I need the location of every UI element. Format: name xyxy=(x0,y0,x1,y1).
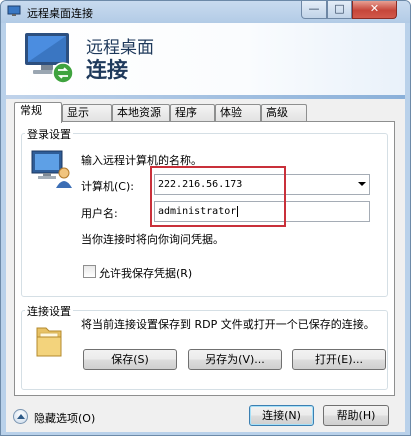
general-tab-panel: 登录设置 输入远程计算机的名称。 计算机(C): 222.216.56.173 … xyxy=(14,121,395,396)
close-button[interactable]: ✕ xyxy=(352,1,397,19)
open-button[interactable]: 打开(E)... xyxy=(292,349,386,370)
tab-programs[interactable]: 程序 xyxy=(170,104,215,122)
computer-value: 222.216.56.173 xyxy=(158,179,243,190)
minimize-button[interactable]: — xyxy=(301,1,327,19)
banner: 远程桌面 连接 xyxy=(6,23,405,95)
computer-combobox[interactable]: 222.216.56.173 xyxy=(154,174,370,195)
window-title: 远程桌面连接 xyxy=(27,7,93,20)
tab-local-resources[interactable]: 本地资源 xyxy=(112,104,170,122)
monitor-icon xyxy=(25,33,74,84)
remote-desktop-icon xyxy=(7,5,21,16)
hide-options-toggle-icon[interactable] xyxy=(13,409,28,424)
computer-label: 计算机(C): xyxy=(81,180,134,193)
folder-icon xyxy=(36,327,62,357)
connection-description: 将当前连接设置保存到 RDP 文件或打开一个已保存的连接。 xyxy=(81,318,375,331)
banner-title-line2: 连接 xyxy=(86,58,128,82)
tab-display[interactable]: 显示 xyxy=(62,104,112,122)
username-value: administrator xyxy=(158,206,237,217)
hide-options-label[interactable]: 隐藏选项(O) xyxy=(34,410,95,426)
save-button[interactable]: 保存(S) xyxy=(83,349,177,370)
save-credentials-checkbox[interactable] xyxy=(83,265,96,278)
username-input[interactable]: administrator xyxy=(154,201,370,222)
chevron-down-icon[interactable] xyxy=(358,182,366,186)
connection-settings-label: 连接设置 xyxy=(25,303,73,319)
dialog-body: 常规 显示 本地资源 程序 体验 高级 登录设置 输入远程计算机的名称。 计算机… xyxy=(6,99,405,432)
tab-advanced[interactable]: 高级 xyxy=(261,104,307,122)
username-label: 用户名: xyxy=(81,207,118,220)
credentials-hint: 当你连接时将向你询问凭据。 xyxy=(81,233,224,246)
save-credentials-label: 允许我保存凭据(R) xyxy=(99,267,193,280)
login-settings-label: 登录设置 xyxy=(25,126,73,142)
maximize-button[interactable]: □ xyxy=(327,1,352,19)
remote-desktop-window: 远程桌面连接 — □ ✕ 远程桌面 连接 常规 显示 本地资源 程序 体验 高级 xyxy=(0,0,411,436)
help-button[interactable]: 帮助(H) xyxy=(323,405,389,426)
tab-experience[interactable]: 体验 xyxy=(215,104,261,122)
computer-user-icon xyxy=(31,150,72,188)
connect-button[interactable]: 连接(N) xyxy=(249,405,314,426)
tab-general[interactable]: 常规 xyxy=(14,102,62,123)
save-as-button[interactable]: 另存为(V)... xyxy=(188,349,282,370)
computer-name-prompt: 输入远程计算机的名称。 xyxy=(81,154,202,167)
text-caret xyxy=(237,206,239,217)
title-bar[interactable]: 远程桌面连接 — □ ✕ xyxy=(1,1,410,23)
